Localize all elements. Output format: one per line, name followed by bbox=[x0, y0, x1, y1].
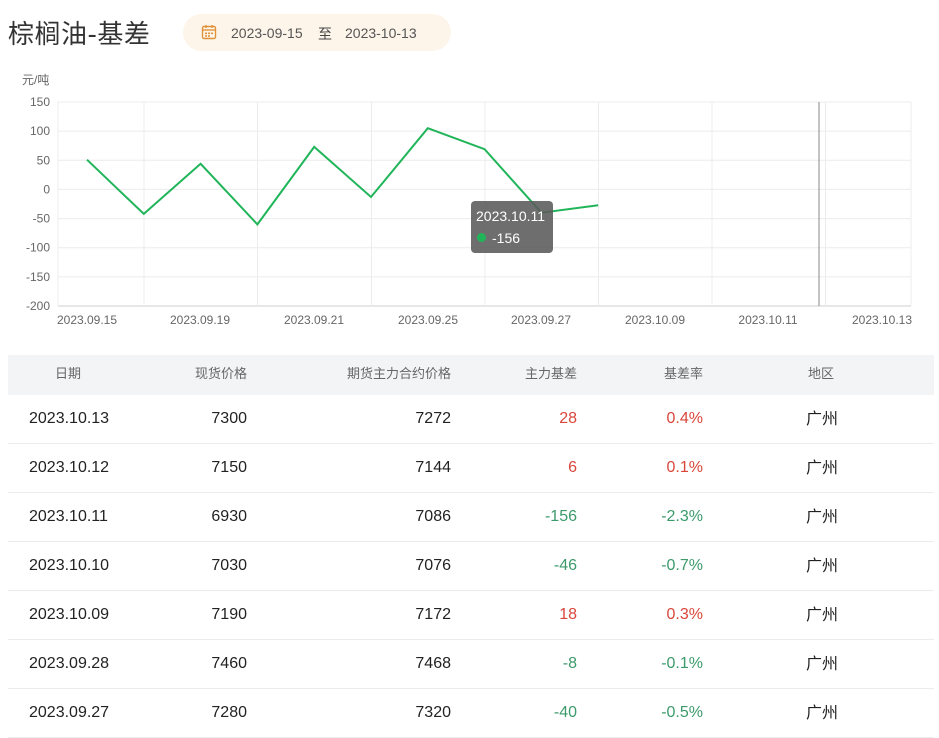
row-futures-price: 7468 bbox=[415, 655, 451, 672]
tooltip-value: -156 bbox=[492, 230, 521, 246]
row-region: 广州 bbox=[806, 654, 839, 673]
x-tick-label: 2023.10.09 bbox=[625, 313, 685, 327]
row-futures-price: 7086 bbox=[415, 508, 451, 525]
row-futures-price: 7144 bbox=[415, 459, 451, 476]
table-header: 日期 现货价格 期货主力合约价格 主力基差 基差率 地区 bbox=[8, 355, 934, 395]
table-row: 2023.10.12 7150 7144 6 0.1% 广州 bbox=[8, 444, 934, 493]
basis-line-chart[interactable]: 元/吨 150 100 50 0 -50 -100 -150 -200 2023.09.15 2… bbox=[0, 66, 939, 336]
x-tick-label: 2023.09.15 bbox=[57, 313, 117, 327]
row-region: 广州 bbox=[806, 458, 839, 477]
y-tick-label: 100 bbox=[30, 124, 50, 138]
y-tick-label: 150 bbox=[30, 95, 50, 109]
y-axis-label: 元/吨 bbox=[22, 73, 49, 87]
row-futures-price: 7272 bbox=[415, 410, 451, 427]
header-spot-price[interactable]: 现货价格 bbox=[195, 355, 247, 395]
x-tick-label: 2023.10.11 bbox=[738, 313, 797, 327]
x-tick-label: 2023.09.25 bbox=[398, 313, 458, 327]
header-basis-rate[interactable]: 基差率 bbox=[664, 355, 703, 395]
row-basis: -156 bbox=[544, 508, 577, 525]
row-futures-price: 7320 bbox=[415, 704, 451, 721]
y-tick-label: -200 bbox=[26, 299, 50, 313]
x-tick-label: 2023.09.27 bbox=[511, 313, 571, 327]
tooltip-date: 2023.10.11 bbox=[476, 208, 546, 224]
row-date: 2023.09.28 bbox=[29, 655, 110, 672]
x-tick-label: 2023.09.21 bbox=[284, 313, 344, 327]
row-basis-rate: -2.3% bbox=[661, 508, 703, 525]
page-title: 棕榈油-基差 bbox=[8, 20, 151, 50]
row-spot-price: 7460 bbox=[211, 655, 247, 672]
row-date: 2023.10.10 bbox=[29, 557, 110, 574]
row-basis: -8 bbox=[562, 655, 577, 672]
row-basis: 18 bbox=[559, 606, 577, 623]
row-basis-rate: 0.4% bbox=[666, 410, 703, 427]
row-basis: 6 bbox=[568, 459, 577, 476]
row-spot-price: 6930 bbox=[211, 508, 247, 525]
row-date: 2023.10.12 bbox=[29, 459, 110, 476]
row-region: 广州 bbox=[806, 556, 839, 575]
row-date: 2023.10.13 bbox=[29, 410, 110, 427]
row-region: 广州 bbox=[806, 703, 839, 722]
header-region[interactable]: 地区 bbox=[808, 355, 834, 395]
header-futures-price[interactable]: 期货主力合约价格 bbox=[347, 355, 451, 395]
row-date: 2023.10.11 bbox=[29, 508, 108, 525]
row-basis-rate: 0.1% bbox=[666, 459, 703, 476]
row-spot-price: 7190 bbox=[211, 606, 247, 623]
header-basis[interactable]: 主力基差 bbox=[525, 355, 577, 395]
table-row: 2023.10.13 7300 7272 28 0.4% 广州 bbox=[8, 395, 934, 444]
row-region: 广州 bbox=[806, 507, 839, 526]
y-tick-label: -50 bbox=[33, 212, 51, 226]
row-futures-price: 7076 bbox=[415, 557, 451, 574]
row-region: 广州 bbox=[806, 605, 839, 624]
row-basis-rate: -0.1% bbox=[661, 655, 703, 672]
end-date[interactable]: 2023-10-13 bbox=[345, 25, 417, 41]
row-basis: 28 bbox=[559, 410, 577, 427]
row-region: 广州 bbox=[806, 409, 839, 428]
date-range-picker[interactable]: 2023-09-15 至 2023-10-13 bbox=[183, 14, 451, 51]
calendar-icon bbox=[201, 24, 217, 43]
row-basis: -46 bbox=[553, 557, 577, 574]
row-futures-price: 7172 bbox=[415, 606, 451, 623]
row-basis-rate: -0.7% bbox=[661, 557, 703, 574]
row-spot-price: 7280 bbox=[211, 704, 247, 721]
table-row: 2023.09.28 7460 7468 -8 -0.1% 广州 bbox=[8, 640, 934, 689]
date-separator: 至 bbox=[318, 27, 332, 43]
y-tick-label: -150 bbox=[26, 270, 50, 284]
y-tick-label: 0 bbox=[43, 182, 50, 196]
table-row: 2023.10.11 6930 7086 -156 -2.3% 广州 bbox=[8, 493, 934, 542]
chart-tooltip: 2023.10.11 -156 bbox=[471, 201, 553, 253]
row-spot-price: 7150 bbox=[211, 459, 247, 476]
y-tick-label: -100 bbox=[26, 241, 50, 255]
row-basis: -40 bbox=[553, 704, 577, 721]
x-tick-label: 2023.09.19 bbox=[170, 313, 230, 327]
row-date: 2023.10.09 bbox=[29, 606, 110, 623]
row-basis-rate: 0.3% bbox=[666, 606, 703, 623]
row-basis-rate: -0.5% bbox=[661, 704, 703, 721]
series-dot-icon bbox=[477, 233, 486, 242]
row-spot-price: 7300 bbox=[211, 410, 247, 427]
x-tick-label: 2023.10.13 bbox=[852, 313, 912, 327]
row-date: 2023.09.27 bbox=[29, 704, 110, 721]
table-row: 2023.10.09 7190 7172 18 0.3% 广州 bbox=[8, 591, 934, 640]
table-body: 2023.10.13 7300 7272 28 0.4% 广州 2023.10.12 7150… bbox=[8, 395, 934, 738]
header-date[interactable]: 日期 bbox=[55, 355, 81, 395]
table-row: 2023.09.27 7280 7320 -40 -0.5% 广州 bbox=[8, 689, 934, 738]
basis-table: 日期 现货价格 期货主力合约价格 主力基差 基差率 地区 2023.10.13 7… bbox=[8, 355, 934, 738]
row-spot-price: 7030 bbox=[211, 557, 247, 574]
start-date[interactable]: 2023-09-15 bbox=[231, 25, 303, 41]
y-tick-label: 50 bbox=[37, 153, 51, 167]
table-row: 2023.10.10 7030 7076 -46 -0.7% 广州 bbox=[8, 542, 934, 591]
